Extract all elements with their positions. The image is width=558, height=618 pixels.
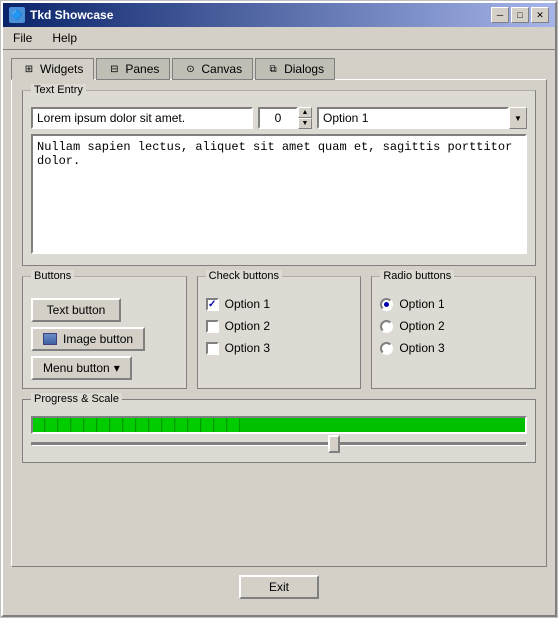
- menu-button-label: Menu button: [43, 361, 110, 375]
- radio-buttons-section: Radio buttons Option 1 Option 2 Option 3: [371, 276, 536, 389]
- checkbox-option-1[interactable]: [206, 298, 219, 311]
- tab-widgets[interactable]: ⊞ Widgets: [11, 58, 94, 80]
- radio-option-1-row: Option 1: [380, 293, 527, 315]
- text-entry-section: Text Entry ▲ ▼ ▼ Nullam sap: [22, 90, 536, 266]
- dialogs-tab-icon: ⧉: [266, 62, 280, 76]
- content-area: ⊞ Widgets ⊟ Panes ⊙ Canvas ⧉ Dialogs Tex…: [3, 50, 555, 615]
- close-button[interactable]: ✕: [531, 7, 549, 23]
- checkbox-option-2[interactable]: [206, 320, 219, 333]
- title-bar-left: 🔷 Tkd Showcase: [9, 7, 113, 23]
- radio-option-3-label: Option 3: [399, 341, 444, 355]
- exit-button[interactable]: Exit: [239, 575, 319, 599]
- check-option-1-row: Option 1: [206, 293, 353, 315]
- tab-dialogs-label: Dialogs: [284, 62, 324, 76]
- menu-button-wrap: Menu button ▾: [31, 356, 132, 380]
- spinbox-wrap: ▲ ▼: [258, 107, 312, 129]
- maximize-button[interactable]: □: [511, 7, 529, 23]
- check-option-2-label: Option 2: [225, 319, 270, 333]
- buttons-section-label: Buttons: [31, 270, 74, 282]
- text-entry-row: ▲ ▼ ▼: [31, 107, 527, 129]
- spinbox-input[interactable]: [258, 107, 298, 129]
- menu-file[interactable]: File: [7, 29, 38, 47]
- combobox-wrap: ▼: [317, 107, 527, 129]
- bottom-sections: Buttons Text button Image button Menu bu…: [22, 276, 536, 389]
- check-option-1-label: Option 1: [225, 297, 270, 311]
- radio-option-2[interactable]: [380, 320, 393, 333]
- widgets-tab-icon: ⊞: [22, 62, 36, 76]
- check-option-2-row: Option 2: [206, 315, 353, 337]
- exit-row: Exit: [11, 567, 547, 607]
- tab-bar: ⊞ Widgets ⊟ Panes ⊙ Canvas ⧉ Dialogs: [11, 58, 547, 80]
- tab-canvas-label: Canvas: [201, 62, 242, 76]
- slider-track[interactable]: [31, 442, 527, 446]
- spinbox-buttons: ▲ ▼: [298, 107, 312, 129]
- main-text-input[interactable]: [31, 107, 253, 129]
- progress-section: Progress & Scale: [22, 399, 536, 463]
- tab-panes-label: Panes: [125, 62, 159, 76]
- radio-option-2-row: Option 2: [380, 315, 527, 337]
- radio-option-3-row: Option 3: [380, 337, 527, 359]
- menu-help[interactable]: Help: [46, 29, 83, 47]
- progress-section-label: Progress & Scale: [31, 393, 122, 405]
- radio-option-3[interactable]: [380, 342, 393, 355]
- minimize-button[interactable]: ─: [491, 7, 509, 23]
- text-entry-label: Text Entry: [31, 84, 86, 96]
- radio-option-2-label: Option 2: [399, 319, 444, 333]
- title-buttons: ─ □ ✕: [491, 7, 549, 23]
- check-buttons-section: Check buttons Option 1 Option 2 Option 3: [197, 276, 362, 389]
- checkbox-option-3[interactable]: [206, 342, 219, 355]
- combo-dropdown-button[interactable]: ▼: [509, 107, 527, 129]
- main-window: 🔷 Tkd Showcase ─ □ ✕ File Help ⊞ Widgets…: [1, 1, 557, 617]
- buttons-section: Buttons Text button Image button Menu bu…: [22, 276, 187, 389]
- radio-buttons-label: Radio buttons: [380, 270, 454, 282]
- image-button-icon: [43, 333, 57, 345]
- app-icon: 🔷: [9, 7, 25, 23]
- check-option-3-label: Option 3: [225, 341, 270, 355]
- tab-widgets-label: Widgets: [40, 62, 83, 76]
- spin-up-button[interactable]: ▲: [298, 107, 312, 118]
- spin-down-button[interactable]: ▼: [298, 118, 312, 129]
- text-area[interactable]: Nullam sapien lectus, aliquet sit amet q…: [31, 134, 527, 254]
- title-bar: 🔷 Tkd Showcase ─ □ ✕: [3, 3, 555, 27]
- text-button[interactable]: Text button: [31, 298, 121, 322]
- menu-button[interactable]: Menu button ▾: [31, 356, 132, 380]
- image-button[interactable]: Image button: [31, 327, 145, 351]
- radio-option-1-label: Option 1: [399, 297, 444, 311]
- radio-option-1[interactable]: [380, 298, 393, 311]
- image-button-label: Image button: [63, 332, 133, 346]
- check-option-3-row: Option 3: [206, 337, 353, 359]
- tab-dialogs[interactable]: ⧉ Dialogs: [255, 58, 335, 80]
- tab-panes[interactable]: ⊟ Panes: [96, 58, 170, 80]
- menu-button-arrow: ▾: [114, 361, 120, 375]
- panes-tab-icon: ⊟: [107, 62, 121, 76]
- canvas-tab-icon: ⊙: [183, 62, 197, 76]
- window-title: Tkd Showcase: [30, 8, 113, 22]
- progress-bar-fill: [33, 418, 525, 432]
- main-panel: Text Entry ▲ ▼ ▼ Nullam sap: [11, 79, 547, 567]
- check-buttons-label: Check buttons: [206, 270, 282, 282]
- slider-thumb[interactable]: [328, 435, 340, 453]
- combo-input[interactable]: [317, 107, 509, 129]
- button-row: Text button Image button Menu button ▾: [31, 293, 178, 380]
- menu-bar: File Help: [3, 27, 555, 50]
- tab-canvas[interactable]: ⊙ Canvas: [172, 58, 253, 80]
- progress-bar-container: [31, 416, 527, 434]
